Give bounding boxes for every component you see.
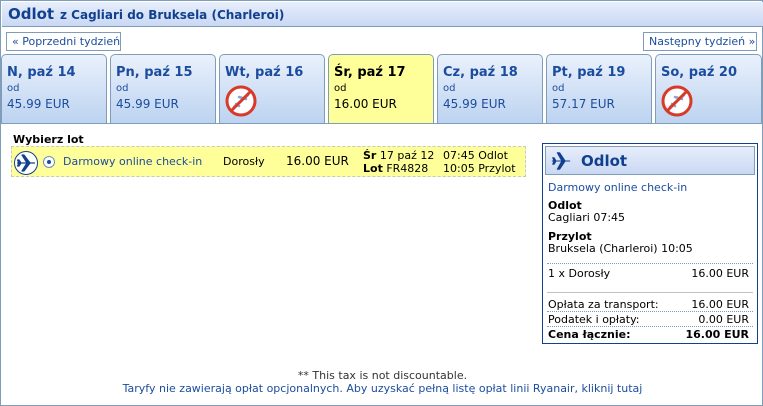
no-flights-icon	[225, 85, 257, 117]
summary-title: Odlot	[581, 152, 628, 170]
panel-header: Odlot z Cagliari do Bruksela (Charleroi)	[2, 2, 763, 27]
page-title: Odlot	[8, 5, 55, 23]
tax-value: 0.00 EUR	[698, 313, 749, 326]
flight-date: 17 paź 12	[379, 149, 435, 162]
divider	[547, 311, 753, 312]
tax-label: Podatek i opłaty:	[548, 313, 640, 326]
day-abbrev: Śr	[363, 149, 377, 162]
plane-icon	[551, 152, 571, 170]
day-tab-mon-15[interactable]: Pn, paź 15 od 45.99 EUR	[110, 54, 216, 123]
day-tab-sun-14[interactable]: N, paź 14 od 45.99 EUR	[1, 54, 107, 123]
day-tab-fri-19[interactable]: Pt, paź 19 od 57.17 EUR	[546, 54, 652, 123]
day-label: Wt, paź 16	[225, 65, 304, 80]
no-flights-icon	[661, 85, 693, 117]
day-price: 16.00 EUR	[334, 97, 397, 111]
fare-radio-button[interactable]	[43, 156, 55, 168]
day-tab-tue-16: Wt, paź 16	[219, 54, 325, 123]
day-tab-thu-18[interactable]: Cz, paź 18 od 45.99 EUR	[437, 54, 543, 123]
previous-week-button[interactable]: « Poprzedni tydzień	[6, 32, 121, 51]
flight-times: 07:45 Odlot 10:05 Przylot	[443, 149, 516, 175]
plane-icon	[14, 151, 38, 175]
total-label: Cena łącznie:	[548, 328, 631, 341]
summary-fare-name: Darmowy online check-in	[548, 181, 688, 194]
passenger-price: 16.00 EUR	[691, 267, 749, 280]
total-value: 16.00 EUR	[685, 328, 749, 341]
arrival-time: 10:05 Przylot	[443, 162, 516, 175]
from-label: od	[443, 83, 456, 94]
select-flight-heading: Wybierz lot	[13, 133, 84, 146]
day-label: Śr, paź 17	[334, 65, 406, 80]
flight-number-label: Lot	[363, 162, 383, 175]
flight-option-row[interactable]: Darmowy online check-in Dorosły 16.00 EU…	[11, 146, 526, 177]
fees-info-link[interactable]: Taryfy nie zawierają opłat opcjonalnych.…	[1, 382, 763, 395]
day-label: N, paź 14	[7, 65, 76, 80]
fare-name: Darmowy online check-in	[63, 155, 203, 168]
passenger-count: 1 x Dorosły	[548, 267, 611, 280]
route-label: z Cagliari do Bruksela (Charleroi)	[60, 8, 285, 22]
summary-header: Odlot	[545, 146, 755, 175]
divider	[547, 326, 753, 327]
flight-selection-panel: Odlot z Cagliari do Bruksela (Charleroi)…	[0, 0, 763, 406]
arrival-details: Bruksela (Charleroi) 10:05	[548, 242, 693, 255]
day-label: Cz, paź 18	[443, 65, 518, 80]
from-label: od	[7, 83, 20, 94]
from-label: od	[116, 83, 129, 94]
day-label: Pn, paź 15	[116, 65, 193, 80]
tax-note: ** This tax is not discountable.	[297, 369, 468, 382]
day-price: 45.99 EUR	[7, 97, 70, 111]
next-week-button[interactable]: Następny tydzień »	[643, 32, 757, 51]
from-label: od	[334, 83, 347, 94]
from-label: od	[552, 83, 565, 94]
fare-price: 16.00 EUR	[286, 154, 349, 168]
divider	[547, 263, 753, 264]
day-label: Pt, paź 19	[552, 65, 626, 80]
transport-fee-value: 16.00 EUR	[691, 298, 749, 311]
departure-time: 07:45 Odlot	[443, 149, 508, 162]
day-label: So, paź 20	[661, 65, 738, 80]
day-price: 45.99 EUR	[116, 97, 179, 111]
flight-info: Śr 17 paź 12 Lot FR4828	[363, 149, 434, 175]
day-tabs: N, paź 14 od 45.99 EUR Pn, paź 15 od 45.…	[1, 54, 763, 124]
passenger-type: Dorosły	[223, 155, 265, 168]
flight-number: FR4828	[386, 162, 429, 175]
divider	[547, 292, 753, 293]
departure-details: Cagliari 07:45	[548, 211, 626, 224]
day-price: 57.17 EUR	[552, 97, 615, 111]
day-tab-wed-17[interactable]: Śr, paź 17 od 16.00 EUR	[328, 54, 434, 124]
transport-fee-label: Opłata za transport:	[548, 298, 659, 311]
day-tab-sat-20: So, paź 20	[655, 54, 762, 123]
day-price: 45.99 EUR	[443, 97, 506, 111]
booking-summary: Odlot Darmowy online check-in Odlot Cagl…	[542, 143, 758, 344]
tabs-divider	[1, 123, 763, 124]
